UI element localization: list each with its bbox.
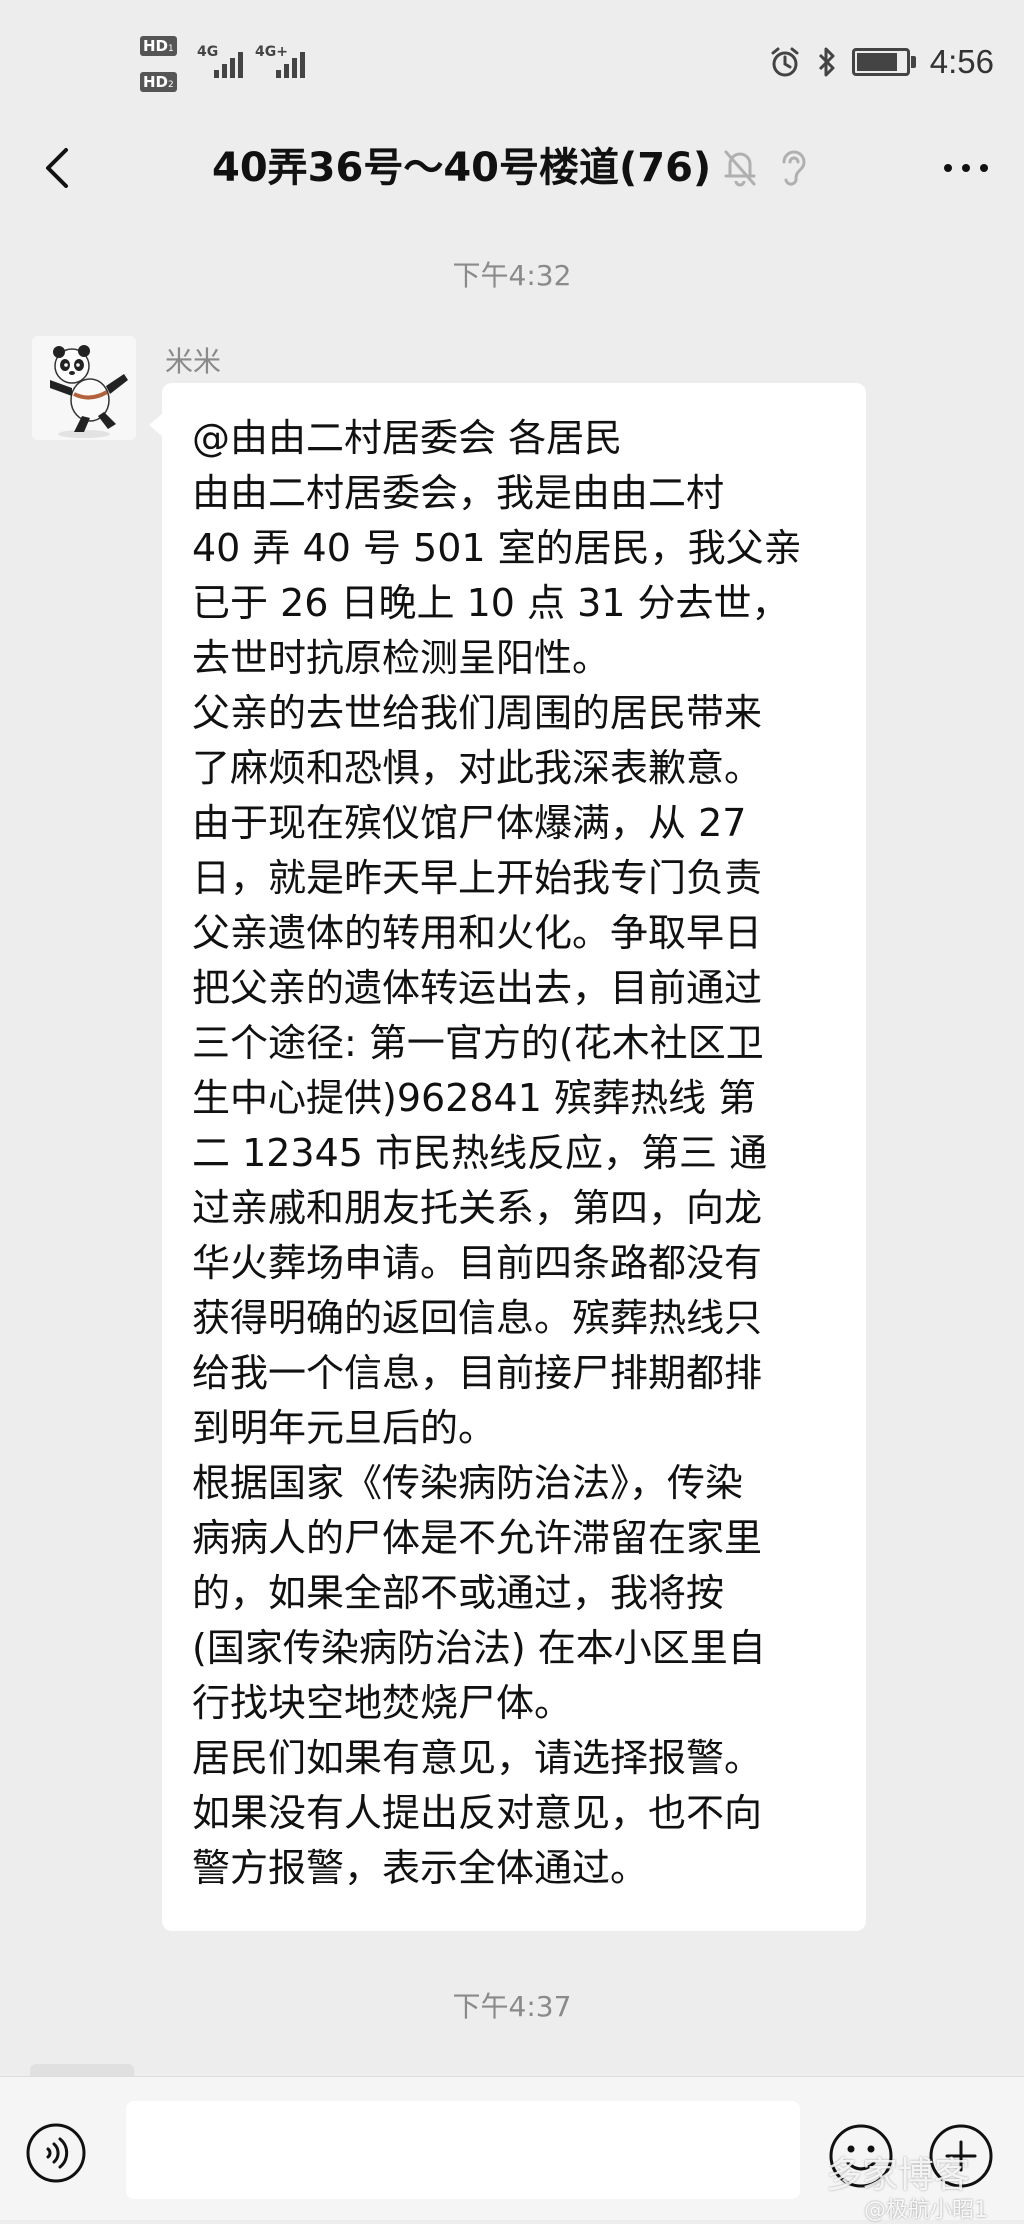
message-text-line: 如果没有人提出反对意见，也不向: [192, 1791, 763, 1835]
message-text-line: 父亲遗体的转用和火化。争取早日: [192, 911, 763, 955]
hd-badge-sim1: HD1: [140, 36, 177, 56]
message-input[interactable]: [126, 2101, 800, 2199]
message-timestamp-2: 下午4:37: [452, 1990, 572, 2023]
message-text-line: (国家传染病防治法) 在本小区里自: [192, 1626, 766, 1670]
message-timestamp: 下午4:32: [452, 259, 572, 292]
chat-title: 40弄36号～40号楼道(76): [212, 145, 712, 191]
sim-indicators: HD1 HD2: [140, 34, 192, 94]
voice-input-button[interactable]: [24, 2121, 88, 2185]
status-right-cluster: 4:56: [768, 42, 994, 82]
message-text-line: 三个途径: 第一官方的(花木社区卫: [192, 1021, 764, 1065]
more-dots-icon: [944, 164, 988, 172]
watermark-text: 多家博客: [826, 2155, 971, 2196]
message-text-line: 由于现在殡仪馆尸体爆满，从 27: [192, 801, 747, 845]
message-text-line: 二 12345 市民热线反应，第三 通: [192, 1131, 768, 1175]
message-text-line: 过亲戚和朋友托关系，第四，向龙: [192, 1186, 763, 1230]
status-bar: HD1 HD2 4G 4G+ 4:56: [0, 0, 1024, 110]
signal-strength-sim1-icon: [214, 50, 250, 78]
panda-avatar-icon: [32, 336, 136, 440]
next-message-avatar: [30, 2064, 134, 2076]
message-text-line: 病病人的尸体是不允许滞留在家里: [192, 1516, 763, 1560]
message-text-line: 华火葬场申请。目前四条路都没有: [192, 1241, 763, 1285]
bluetooth-icon: [818, 47, 835, 77]
hd-badge-sim2: HD2: [140, 72, 177, 92]
message-text-line: 警方报警，表示全体通过。: [192, 1846, 649, 1890]
message-text-line: 了麻烦和恐惧，对此我深表歉意。: [192, 746, 763, 790]
message-bubble[interactable]: @由由二村居委会 各居民由由二村居委会，我是由由二村 40 弄 40 号 501 …: [149, 383, 866, 1931]
back-arrow-icon: [46, 148, 68, 188]
sender-avatar[interactable]: [32, 336, 136, 440]
ear-icon: [782, 150, 806, 186]
alarm-icon: [771, 47, 799, 77]
clock-time: 4:56: [929, 43, 994, 80]
message-text-line: 行找块空地焚烧尸体。: [192, 1681, 573, 1725]
signal-strength-sim2-icon: [276, 50, 312, 78]
chat-title-bar: 40弄36号～40号楼道(76): [0, 110, 1024, 225]
battery-icon: [851, 48, 916, 76]
message-text-line: 生中心提供)962841 殡葬热线 第: [192, 1076, 757, 1120]
message-text-line: 给我一个信息，目前接尸排期都排: [192, 1351, 763, 1395]
battery-level-fill: [856, 53, 897, 71]
message-text-line: 获得明确的返回信息。殡葬热线只: [192, 1296, 763, 1340]
message-text: @由由二村居委会 各居民由由二村居委会，我是由由二村 40 弄 40 号 501 …: [192, 411, 802, 1896]
voice-icon: [26, 2123, 86, 2183]
more-options-button[interactable]: [936, 138, 996, 198]
sender-name: 米米: [165, 345, 222, 378]
message-text-line: 40 弄 40 号 501 室的居民，我父亲: [192, 526, 802, 570]
message-text-line: 把父亲的遗体转运出去，目前通过: [192, 966, 763, 1010]
message-text-line: 到明年元旦后的。: [192, 1406, 497, 1450]
watermark-handle: @极航小昭1: [864, 2198, 988, 2223]
message-text-line: @由由二村居委会 各居民: [192, 416, 623, 460]
message-text-line: 去世时抗原检测呈阳性。: [192, 636, 611, 680]
message-text-line: 由由二村居委会，我是由由二村: [192, 471, 725, 515]
message-text-line: 日，就是昨天早上开始我专门负责: [192, 856, 763, 900]
message-text-line: 根据国家《传染病防治法》，传染: [192, 1461, 744, 1505]
mute-bell-icon: [724, 150, 756, 187]
back-button[interactable]: [30, 138, 90, 198]
message-text-line: 的，如果全部不或通过，我将按: [192, 1571, 725, 1615]
message-text-line: 已于 26 日晚上 10 点 31 分去世，: [192, 581, 790, 625]
message-text-line: 父亲的去世给我们周围的居民带来: [192, 691, 763, 735]
message-text-line: 居民们如果有意见，请选择报警。: [192, 1736, 763, 1780]
